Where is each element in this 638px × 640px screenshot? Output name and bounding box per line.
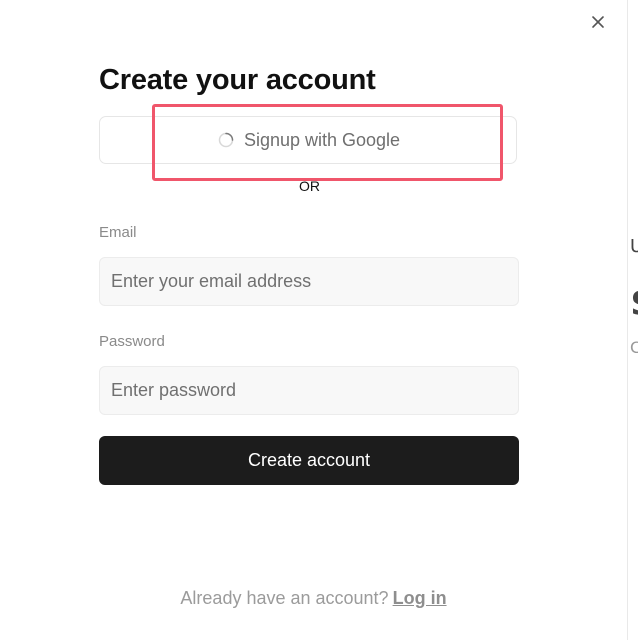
password-field[interactable] bbox=[99, 366, 519, 415]
or-separator: OR bbox=[299, 178, 320, 194]
google-signup-button[interactable]: Signup with Google bbox=[99, 116, 517, 164]
page: U $ C Create your account Signup with Go… bbox=[0, 0, 638, 640]
password-label: Password bbox=[99, 333, 165, 350]
create-account-button[interactable]: Create account bbox=[99, 436, 519, 485]
close-icon bbox=[592, 16, 604, 28]
background-text-fragment: C bbox=[630, 338, 638, 357]
login-link[interactable]: Log in bbox=[393, 588, 447, 608]
login-prompt-row: Already have an account? Log in bbox=[0, 588, 627, 609]
background-page: U $ C bbox=[627, 0, 638, 640]
loading-spinner-icon bbox=[218, 132, 234, 148]
google-signup-label: Signup with Google bbox=[243, 129, 401, 150]
background-text-fragment: U bbox=[630, 236, 638, 257]
email-label: Email bbox=[99, 224, 137, 241]
login-prompt-text: Already have an account? bbox=[180, 588, 389, 608]
email-field[interactable] bbox=[99, 257, 519, 306]
signup-modal: Create your account Signup with Google O… bbox=[0, 0, 627, 640]
page-title: Create your account bbox=[99, 64, 376, 96]
background-price-fragment: $ bbox=[630, 280, 638, 324]
close-button[interactable] bbox=[586, 10, 610, 34]
